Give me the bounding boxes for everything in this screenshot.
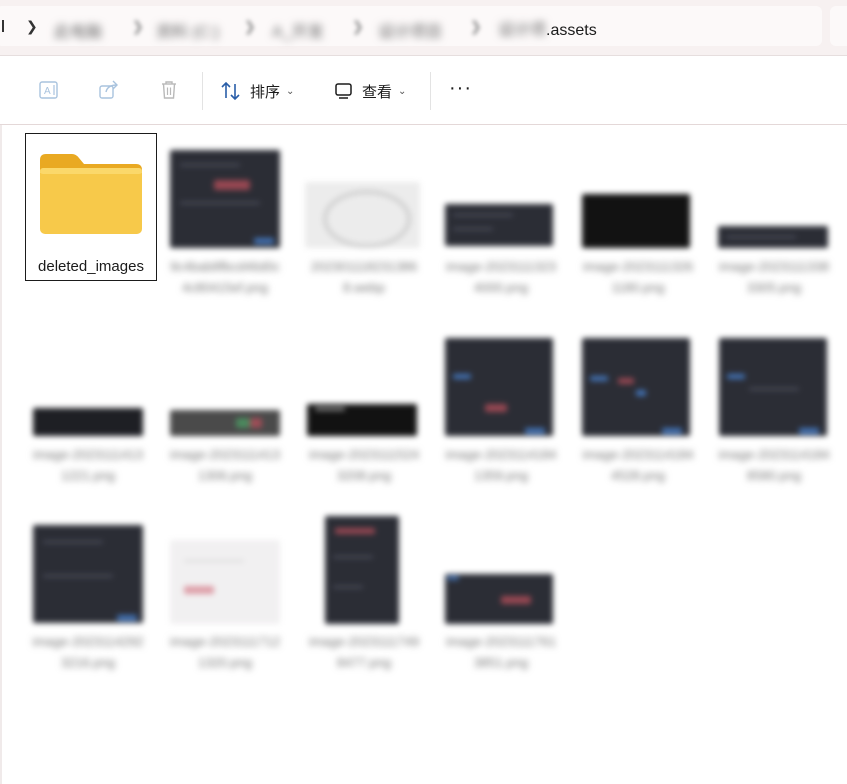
rename-icon[interactable]: A [38, 79, 60, 101]
address-bar: ❯ 此电脑 ❯ 资料 (C:) ❯ A_开发 ❯ 设计项目 ❯ 设计项.asse… [0, 0, 847, 56]
share-icon[interactable] [98, 79, 120, 101]
file-name: image-20231117121320.png [169, 634, 281, 670]
chevron-right-icon[interactable]: ❯ [132, 18, 144, 35]
sort-label: 排序 [250, 83, 281, 101]
file-name: image-20231141844528.png [582, 447, 694, 483]
nav-pane-edge [0, 125, 2, 784]
path-cursor [2, 20, 4, 32]
breadcrumb-item[interactable]: 设计项目 [378, 18, 442, 42]
chevron-right-icon[interactable]: ❯ [244, 18, 256, 35]
image-thumbnail[interactable] [307, 404, 417, 436]
sort-icon [221, 81, 240, 101]
chevron-right-icon[interactable]: ❯ [352, 18, 364, 35]
folder-name: deleted_images [38, 258, 144, 275]
file-name: image-20231141841359.png [445, 447, 557, 483]
image-thumbnail[interactable] [33, 525, 143, 623]
image-thumbnail[interactable] [33, 408, 143, 436]
image-thumbnail[interactable] [582, 194, 690, 248]
chevron-down-icon: ⌄ [286, 85, 295, 97]
chevron-down-icon: ⌄ [398, 85, 407, 97]
file-name: 9c4bab8fbcd46d0c4c80415ef.png [170, 259, 280, 295]
view-button[interactable]: 查看 ⌄ [334, 78, 406, 104]
file-name: image-20231115243208.png [308, 447, 420, 483]
view-label: 查看 [362, 83, 393, 101]
breadcrumb-item[interactable]: 此电脑 [54, 18, 102, 42]
image-thumbnail[interactable] [325, 516, 399, 624]
search-box[interactable] [830, 6, 847, 46]
image-thumbnail[interactable] [170, 540, 280, 624]
folder-item[interactable]: deleted_images [25, 133, 157, 281]
image-thumbnail[interactable] [170, 410, 280, 436]
file-name: image-20231117613851.png [445, 634, 557, 670]
toolbar-separator [202, 72, 203, 110]
image-thumbnail[interactable] [718, 226, 828, 248]
breadcrumb[interactable]: ❯ 此电脑 ❯ 资料 (C:) ❯ A_开发 ❯ 设计项目 ❯ [0, 6, 822, 46]
breadcrumb-current[interactable]: 设计项.assets [498, 16, 597, 40]
image-thumbnail[interactable] [719, 338, 827, 436]
breadcrumb-item[interactable]: 资料 (C:) [156, 18, 219, 42]
file-name: image-20231113383305.png [718, 259, 830, 295]
file-name: 2023011182313868.webp [310, 259, 418, 295]
svg-text:A: A [44, 86, 51, 97]
folder-icon [40, 154, 142, 234]
image-thumbnail[interactable] [305, 182, 420, 248]
image-thumbnail[interactable] [445, 574, 553, 624]
image-thumbnail[interactable] [170, 150, 280, 248]
chevron-right-icon[interactable]: ❯ [470, 18, 482, 35]
delete-icon[interactable] [158, 79, 180, 101]
file-name: image-20231113234000.png [445, 259, 557, 295]
breadcrumb-current-prefix: 设计项 [498, 22, 547, 39]
chevron-right-icon[interactable]: ❯ [26, 18, 38, 35]
more-options-button[interactable]: ··· [449, 78, 472, 98]
breadcrumb-item[interactable]: A_开发 [272, 18, 324, 42]
toolbar-separator [430, 72, 431, 110]
file-name: image-20231113261180.png [582, 259, 694, 295]
file-name: image-20231142923216.png [32, 634, 144, 670]
view-icon [335, 83, 352, 99]
breadcrumb-current-suffix: .assets [546, 22, 597, 39]
image-thumbnail[interactable] [445, 204, 553, 246]
sort-button[interactable]: 排序 ⌄ [220, 78, 294, 104]
command-bar: A 排序 ⌄ 查看 ⌄ ··· [0, 56, 847, 124]
file-name: image-20231117498477.png [308, 634, 420, 670]
image-thumbnail[interactable] [445, 338, 553, 436]
file-name: image-20231141848580.png [718, 447, 830, 483]
file-name: image-20231114131306.png [169, 447, 281, 483]
file-name: image-20231114131221.png [32, 447, 144, 483]
image-thumbnail[interactable] [582, 338, 690, 436]
